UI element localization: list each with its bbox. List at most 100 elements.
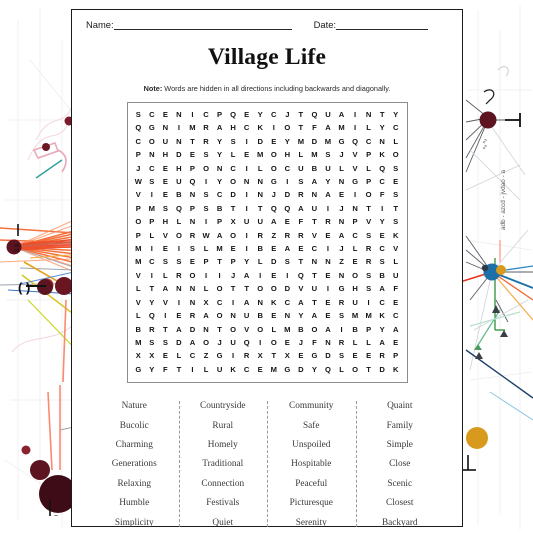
grid-cell[interactable]: C [145, 108, 159, 121]
grid-cell[interactable]: U [321, 162, 335, 175]
grid-cell[interactable]: X [132, 349, 146, 362]
grid-cell[interactable]: L [294, 148, 308, 161]
grid-cell[interactable]: R [294, 188, 308, 201]
grid-cell[interactable]: N [159, 121, 173, 134]
grid-cell[interactable]: K [389, 229, 403, 242]
grid-cell[interactable]: O [253, 282, 267, 295]
word-list-item[interactable]: Nature [122, 397, 147, 416]
grid-cell[interactable]: Y [213, 135, 227, 148]
grid-cell[interactable]: J [335, 148, 349, 161]
grid-cell[interactable]: Y [240, 255, 254, 268]
grid-cell[interactable]: F [294, 215, 308, 228]
grid-cell[interactable]: T [213, 323, 227, 336]
grid-cell[interactable]: S [389, 215, 403, 228]
grid-cell[interactable]: K [389, 363, 403, 376]
grid-cell[interactable]: S [362, 269, 376, 282]
grid-cell[interactable]: Y [145, 363, 159, 376]
grid-cell[interactable]: L [199, 363, 213, 376]
grid-cell[interactable]: N [240, 175, 254, 188]
grid-cell[interactable]: O [226, 229, 240, 242]
grid-cell[interactable]: S [389, 162, 403, 175]
grid-cell[interactable]: J [335, 202, 349, 215]
grid-cell[interactable]: C [145, 255, 159, 268]
grid-cell[interactable]: R [375, 349, 389, 362]
grid-cell[interactable]: R [335, 336, 349, 349]
grid-cell[interactable]: V [132, 269, 146, 282]
grid-cell[interactable]: C [132, 135, 146, 148]
grid-cell[interactable]: G [335, 282, 349, 295]
grid-cell[interactable]: O [267, 282, 281, 295]
word-list-item[interactable]: Picturesque [290, 494, 333, 513]
word-list-item[interactable]: Safe [303, 417, 320, 436]
grid-cell[interactable]: A [308, 175, 322, 188]
grid-cell[interactable]: O [199, 336, 213, 349]
grid-cell[interactable]: I [172, 242, 186, 255]
grid-cell[interactable]: S [335, 349, 349, 362]
grid-cell[interactable]: I [348, 121, 362, 134]
grid-cell[interactable]: L [145, 229, 159, 242]
grid-cell[interactable]: U [348, 296, 362, 309]
grid-cell[interactable]: Q [375, 162, 389, 175]
grid-cell[interactable]: P [213, 108, 227, 121]
grid-cell[interactable]: A [321, 188, 335, 201]
grid-cell[interactable]: B [132, 323, 146, 336]
grid-cell[interactable]: T [362, 202, 376, 215]
grid-cell[interactable]: S [145, 336, 159, 349]
grid-cell[interactable]: O [172, 229, 186, 242]
grid-cell[interactable]: Y [294, 309, 308, 322]
grid-cell[interactable]: M [348, 309, 362, 322]
grid-cell[interactable]: N [362, 108, 376, 121]
grid-cell[interactable]: Y [213, 148, 227, 161]
grid-cell[interactable]: L [159, 269, 173, 282]
grid-cell[interactable]: S [132, 108, 146, 121]
grid-cell[interactable]: R [321, 215, 335, 228]
grid-cell[interactable]: O [213, 282, 227, 295]
grid-cell[interactable]: M [145, 202, 159, 215]
grid-cell[interactable]: I [240, 202, 254, 215]
grid-cell[interactable]: I [362, 296, 376, 309]
grid-cell[interactable]: I [321, 282, 335, 295]
grid-cell[interactable]: R [240, 349, 254, 362]
word-list-item[interactable]: Close [389, 455, 410, 474]
grid-cell[interactable]: T [308, 269, 322, 282]
grid-cell[interactable]: T [213, 255, 227, 268]
grid-cell[interactable]: L [132, 282, 146, 295]
grid-cell[interactable]: V [240, 323, 254, 336]
grid-cell[interactable]: C [213, 296, 227, 309]
grid-cell[interactable]: T [186, 135, 200, 148]
grid-cell[interactable]: L [362, 121, 376, 134]
grid-cell[interactable]: N [186, 282, 200, 295]
grid-cell[interactable]: V [132, 296, 146, 309]
grid-cell[interactable]: A [308, 309, 322, 322]
grid-cell[interactable]: P [389, 349, 403, 362]
grid-cell[interactable]: I [281, 175, 295, 188]
grid-cell[interactable]: N [226, 309, 240, 322]
grid-cell[interactable]: I [199, 269, 213, 282]
grid-cell[interactable]: N [281, 309, 295, 322]
name-input-rule[interactable] [113, 20, 292, 30]
grid-cell[interactable]: E [159, 349, 173, 362]
word-list-item[interactable]: Humble [119, 494, 149, 513]
grid-cell[interactable]: C [226, 162, 240, 175]
grid-cell[interactable]: R [186, 229, 200, 242]
grid-cell[interactable]: Y [281, 135, 295, 148]
grid-cell[interactable]: O [213, 309, 227, 322]
word-list-item[interactable]: Countryside [200, 397, 245, 416]
grid-cell[interactable]: L [389, 255, 403, 268]
grid-cell[interactable]: N [253, 296, 267, 309]
grid-cell[interactable]: X [281, 349, 295, 362]
grid-cell[interactable]: C [240, 121, 254, 134]
grid-cell[interactable]: I [253, 269, 267, 282]
grid-cell[interactable]: X [145, 349, 159, 362]
date-input-rule[interactable] [336, 20, 429, 30]
grid-cell[interactable]: U [294, 162, 308, 175]
grid-cell[interactable]: I [186, 108, 200, 121]
word-list-item[interactable]: Homely [208, 436, 238, 455]
grid-cell[interactable]: E [253, 363, 267, 376]
date-field-group[interactable]: Date: [314, 19, 429, 30]
word-list-item[interactable]: Unspoiled [292, 436, 330, 455]
grid-cell[interactable]: L [389, 135, 403, 148]
grid-cell[interactable]: S [199, 202, 213, 215]
grid-cell[interactable]: K [375, 309, 389, 322]
grid-cell[interactable]: F [389, 282, 403, 295]
